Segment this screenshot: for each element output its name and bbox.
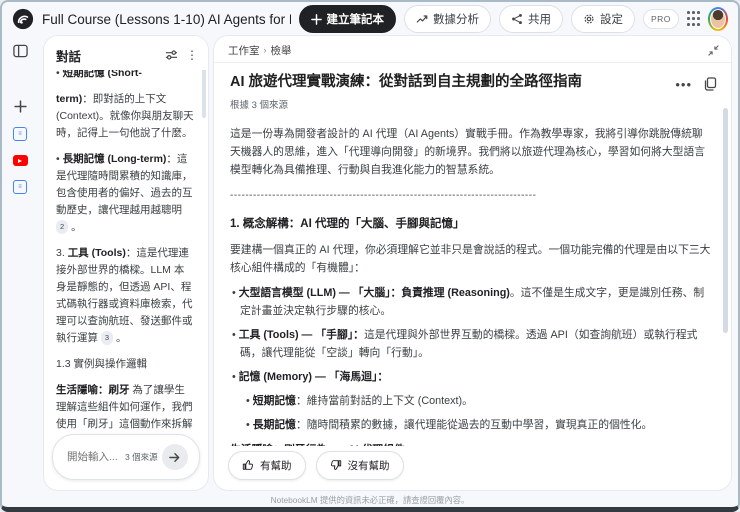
app-window: Full Course (Lessons 1-10) AI Agents for…: [0, 0, 740, 512]
notebook-title: Full Course (Lessons 1-10) AI Agents for…: [42, 11, 291, 27]
body-bullet: • 工具 (Tools) — 「手腳」：這是代理與外部世界互動的橋樑。透過 AP…: [232, 328, 698, 359]
body-bullet: • 記憶 (Memory) — 「海馬迴」：: [232, 370, 389, 383]
breadcrumb-studio-link[interactable]: 工作室: [228, 43, 260, 58]
helpful-button[interactable]: 有幫助: [228, 450, 306, 480]
footer-disclaimer: NotebookLM 提供的資訊未必正確，請查證回覆內容。: [270, 494, 470, 505]
chat-title: 對話: [56, 49, 82, 64]
tune-icon[interactable]: [165, 49, 178, 61]
chat-message: 生活隱喻：刷牙 為了讓學生理解這些組件如何運作，我們使用「刷牙」這個動作來拆解 …: [56, 382, 194, 430]
chat-message: • 短期記憶 (Short-: [56, 70, 142, 79]
report-scrollbar-thumb[interactable]: [723, 108, 728, 333]
body-bullet: • 大型語言模型 (LLM) — 「大腦」：負責推理 (Reasoning)。這…: [232, 287, 705, 318]
report-title: AI 旅遊代理實戰演練：從對話到自主規劃的全路徑指南: [230, 74, 583, 90]
create-notebook-button[interactable]: 建立筆記本: [298, 5, 396, 33]
not-helpful-label: 沒有幫助: [347, 459, 390, 472]
citation-chip[interactable]: 2: [56, 220, 69, 235]
body-paragraph: 要建構一個真正的 AI 代理，你必須理解它並非只是會說話的程式。一個功能完備的代…: [230, 244, 711, 275]
based-on-sources: 根據 3 個來源: [230, 99, 289, 111]
apps-grid-icon[interactable]: [686, 11, 700, 27]
plus-icon: [310, 13, 322, 25]
dashed-divider: ----------------------------------------…: [230, 189, 537, 201]
copy-icon[interactable]: [704, 77, 717, 91]
chat-message: term)：即對話的上下文 (Context)。就像你與朋友聊天時，記得上一句他…: [56, 93, 194, 139]
panel-toggle-icon[interactable]: [12, 44, 28, 58]
chat-message: 3. 工具 (Tools)：這是代理連接外部世界的橋樑。LLM 本身是靜態的，但…: [56, 247, 193, 346]
section-heading: 1. 概念解構：AI 代理的「大腦、手腳與記憶」: [230, 218, 465, 231]
trending-icon: [416, 15, 428, 23]
thumbs-down-icon: [330, 460, 341, 470]
chat-panel: 對話 ⋮ • 短期記憶 (Short-term)：即對話的上下文 (Contex…: [44, 36, 208, 490]
thumbs-up-icon: [242, 460, 254, 470]
content-area: ≡ ≡ 對話 ⋮ • 短期記憶 (Short-term)：即對話的上下文 (Co…: [2, 36, 738, 492]
chevron-right-icon: ›: [263, 45, 267, 55]
source-count-badge: 3 個來源: [125, 452, 158, 462]
settings-button[interactable]: 設定: [571, 5, 635, 33]
helpful-label: 有幫助: [260, 459, 292, 472]
doc-source-icon[interactable]: ≡: [13, 127, 27, 141]
report-title-block: AI 旅遊代理實戰演練：從對話到自主規劃的全路徑指南 根據 3 個來源 •••: [214, 63, 731, 117]
chat-header: 對話 ⋮: [44, 36, 208, 70]
chat-input-bar: 3 個來源: [52, 434, 200, 480]
share-icon: [512, 13, 522, 25]
breadcrumb-current: 檢舉: [270, 44, 292, 57]
report-panel: 工作室 › 檢舉 AI 旅遊代理實戰演練：從對話到自主規劃的全路徑指南 根據 3…: [214, 36, 731, 490]
gear-icon: [584, 14, 594, 24]
not-helpful-button[interactable]: 沒有幫助: [315, 450, 404, 480]
breadcrumb: 工作室 › 檢舉: [214, 36, 731, 63]
collapse-icon[interactable]: [708, 44, 719, 56]
kebab-menu-icon[interactable]: ⋮: [186, 49, 198, 61]
add-source-button[interactable]: [13, 100, 27, 113]
chat-input[interactable]: [65, 450, 121, 464]
analytics-label: 數據分析: [433, 14, 479, 26]
body-paragraph: 這是一份專為開發者設計的 AI 代理（AI Agents）實戰手冊。作為教學專家…: [230, 127, 706, 176]
youtube-source-icon[interactable]: [12, 155, 28, 166]
arrow-right-icon: [169, 452, 180, 462]
send-button[interactable]: [161, 444, 188, 470]
chat-message: 1.3 實例與操作邏輯: [56, 358, 148, 370]
pro-badge: PRO: [643, 9, 679, 29]
analytics-button[interactable]: 數據分析: [404, 5, 491, 33]
chat-messages: • 短期記憶 (Short-term)：即對話的上下文 (Context)。就像…: [44, 70, 208, 430]
top-header: Full Course (Lessons 1-10) AI Agents for…: [2, 2, 738, 36]
plus-icon: [13, 100, 27, 113]
settings-label: 設定: [600, 14, 623, 26]
feedback-row: 有幫助 沒有幫助: [214, 446, 731, 490]
sources-rail: ≡ ≡: [2, 36, 38, 490]
citation-chip[interactable]: 3: [100, 331, 114, 346]
more-menu-icon[interactable]: •••: [675, 78, 692, 91]
chat-message: • 長期記憶 (Long-term)：這是代理隨時間累積的知識庫，包含使用者的偏…: [56, 153, 193, 235]
share-button[interactable]: 共用: [499, 5, 563, 33]
create-notebook-label: 建立筆記本: [326, 14, 385, 26]
share-label: 共用: [528, 14, 551, 26]
user-avatar[interactable]: [707, 7, 728, 31]
doc-source-icon[interactable]: ≡: [13, 180, 27, 194]
report-body: 這是一份專為開發者設計的 AI 代理（AI Agents）實戰手冊。作為教學專家…: [214, 117, 731, 446]
body-bullet: • 長期記憶：隨時間積累的數據，讓代理能從過去的互動中學習，實現真正的個性化。: [246, 418, 653, 431]
notebooklm-logo-icon: [12, 8, 34, 30]
body-bullet: • 短期記憶：維持當前對話的上下文 (Context)。: [246, 394, 473, 407]
